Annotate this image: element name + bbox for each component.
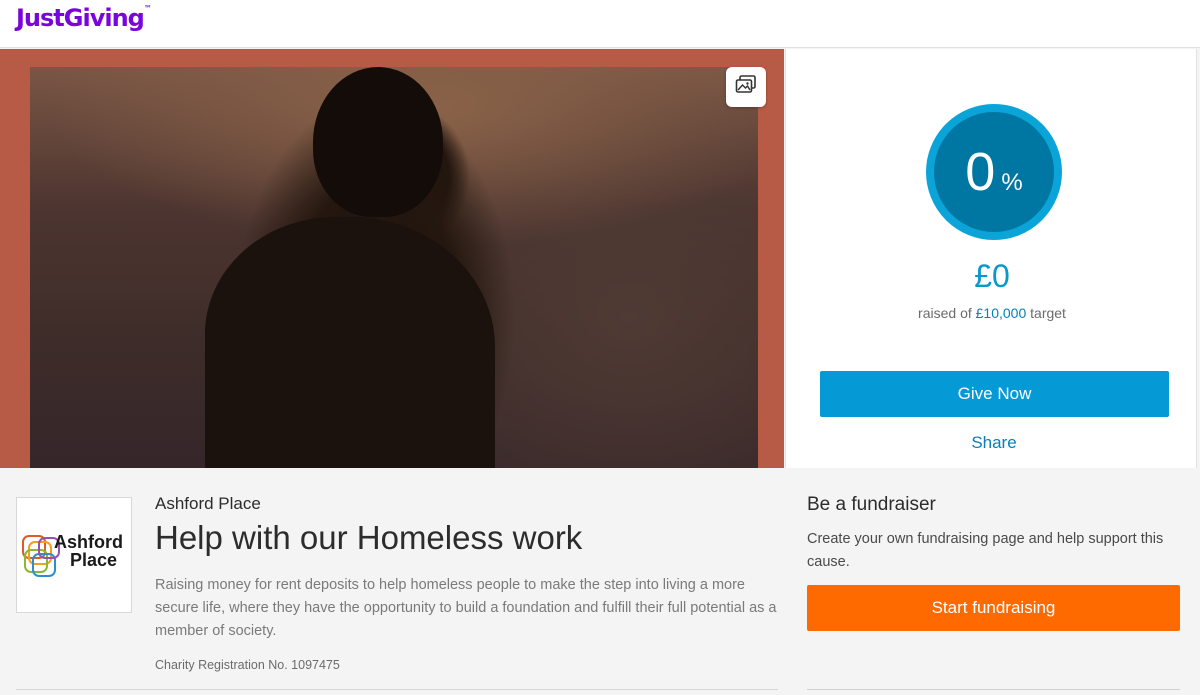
charity-logo-text: Ashford Place	[54, 533, 123, 569]
charity-logo[interactable]: Ashford Place	[16, 497, 132, 613]
target-amount: £10,000	[975, 305, 1027, 321]
justgiving-logo[interactable]: JustGiving™	[16, 4, 152, 32]
divider	[16, 689, 778, 690]
percent-sign: %	[1001, 169, 1023, 196]
progress-percent: 0	[965, 142, 996, 202]
image-gallery-button[interactable]	[726, 67, 766, 107]
hero-image-frame	[0, 49, 784, 468]
raised-suffix: target	[1030, 305, 1066, 321]
charity-logo-line2: Place	[70, 550, 118, 570]
divider	[807, 689, 1180, 690]
site-header: JustGiving™	[0, 0, 1200, 48]
page-title: Help with our Homeless work	[155, 519, 583, 556]
charity-name-link[interactable]: Ashford Place	[155, 494, 261, 514]
donation-panel: 0% £0 raised of £10,000 target Give Now …	[785, 49, 1197, 468]
image-gallery-icon	[735, 74, 757, 100]
hero-photo	[30, 67, 758, 468]
raised-prefix: raised of	[918, 305, 972, 321]
share-link[interactable]: Share	[786, 433, 1200, 453]
start-fundraising-button[interactable]: Start fundraising	[807, 585, 1180, 631]
amount-raised: £0	[974, 258, 1010, 294]
silhouette-body	[205, 217, 495, 468]
give-now-button[interactable]: Give Now	[820, 371, 1169, 417]
raised-of-target: raised of £10,000 target	[786, 305, 1198, 321]
charity-registration: Charity Registration No. 1097475	[155, 658, 340, 672]
fundraiser-heading: Be a fundraiser	[807, 494, 936, 515]
charity-logo-line1: Ashford	[54, 532, 123, 552]
logo-text: JustGiving	[16, 4, 145, 32]
progress-circle: 0%	[926, 104, 1062, 240]
fundraiser-description: Create your own fundraising page and hel…	[807, 531, 1164, 570]
trademark-mark: ™	[143, 4, 152, 13]
silhouette-head	[313, 67, 443, 217]
page-description: Raising money for rent deposits to help …	[155, 577, 777, 639]
